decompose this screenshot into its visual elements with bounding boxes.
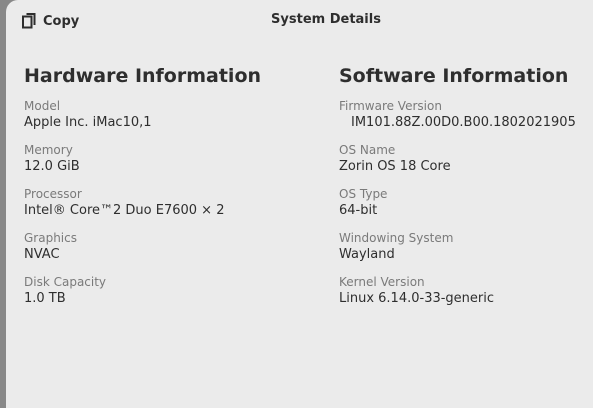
hardware-row-memory: Memory 12.0 GiB	[24, 142, 324, 186]
hardware-row-disk-capacity: Disk Capacity 1.0 TB	[24, 274, 324, 318]
row-label: Memory	[24, 143, 73, 157]
software-row-windowing-system: Windowing System Wayland	[339, 230, 589, 274]
row-label: Disk Capacity	[24, 275, 107, 289]
system-details-window: Copy System Details Hardware Information…	[6, 0, 593, 408]
row-value: Zorin OS 18 Core	[339, 159, 451, 174]
row-value: 1.0 TB	[24, 291, 66, 306]
row-value: Linux 6.14.0-33-generic	[339, 291, 495, 306]
row-label: Windowing System	[339, 231, 454, 245]
row-value: Wayland	[339, 247, 395, 262]
row-label: OS Type	[339, 187, 388, 201]
software-row-os-type: OS Type 64-bit	[339, 186, 589, 230]
row-label: Kernel Version	[339, 275, 425, 289]
software-section-title: Software Information	[339, 65, 569, 87]
row-label: Processor	[24, 187, 82, 201]
row-value: NVAC	[24, 247, 60, 262]
software-row-kernel-version: Kernel Version Linux 6.14.0-33-generic	[339, 274, 589, 318]
hardware-section-title: Hardware Information	[24, 65, 262, 87]
row-label: Graphics	[24, 231, 77, 245]
row-label: Firmware Version	[339, 99, 442, 113]
row-value: IM101.88Z.00D0.B00.1802021905	[351, 115, 576, 130]
row-value: 64-bit	[339, 203, 378, 218]
hardware-row-model: Model Apple Inc. iMac10,1	[24, 98, 324, 142]
header-bar: Copy System Details	[6, 0, 593, 40]
row-label: OS Name	[339, 143, 396, 157]
row-label: Model	[24, 99, 61, 113]
software-row-os-name: OS Name Zorin OS 18 Core	[339, 142, 589, 186]
hardware-row-processor: Processor Intel® Core™2 Duo E7600 × 2	[24, 186, 324, 230]
hardware-section: Hardware Information Model Apple Inc. iM…	[24, 64, 324, 318]
row-value: Apple Inc. iMac10,1	[24, 115, 152, 130]
row-value: 12.0 GiB	[24, 159, 80, 174]
software-section: Software Information Firmware Version IM…	[339, 64, 589, 318]
hardware-row-graphics: Graphics NVAC	[24, 230, 324, 274]
row-value: Intel® Core™2 Duo E7600 × 2	[24, 203, 225, 218]
window-title: System Details	[271, 12, 381, 27]
software-row-firmware-version: Firmware Version IM101.88Z.00D0.B00.1802…	[339, 98, 589, 142]
